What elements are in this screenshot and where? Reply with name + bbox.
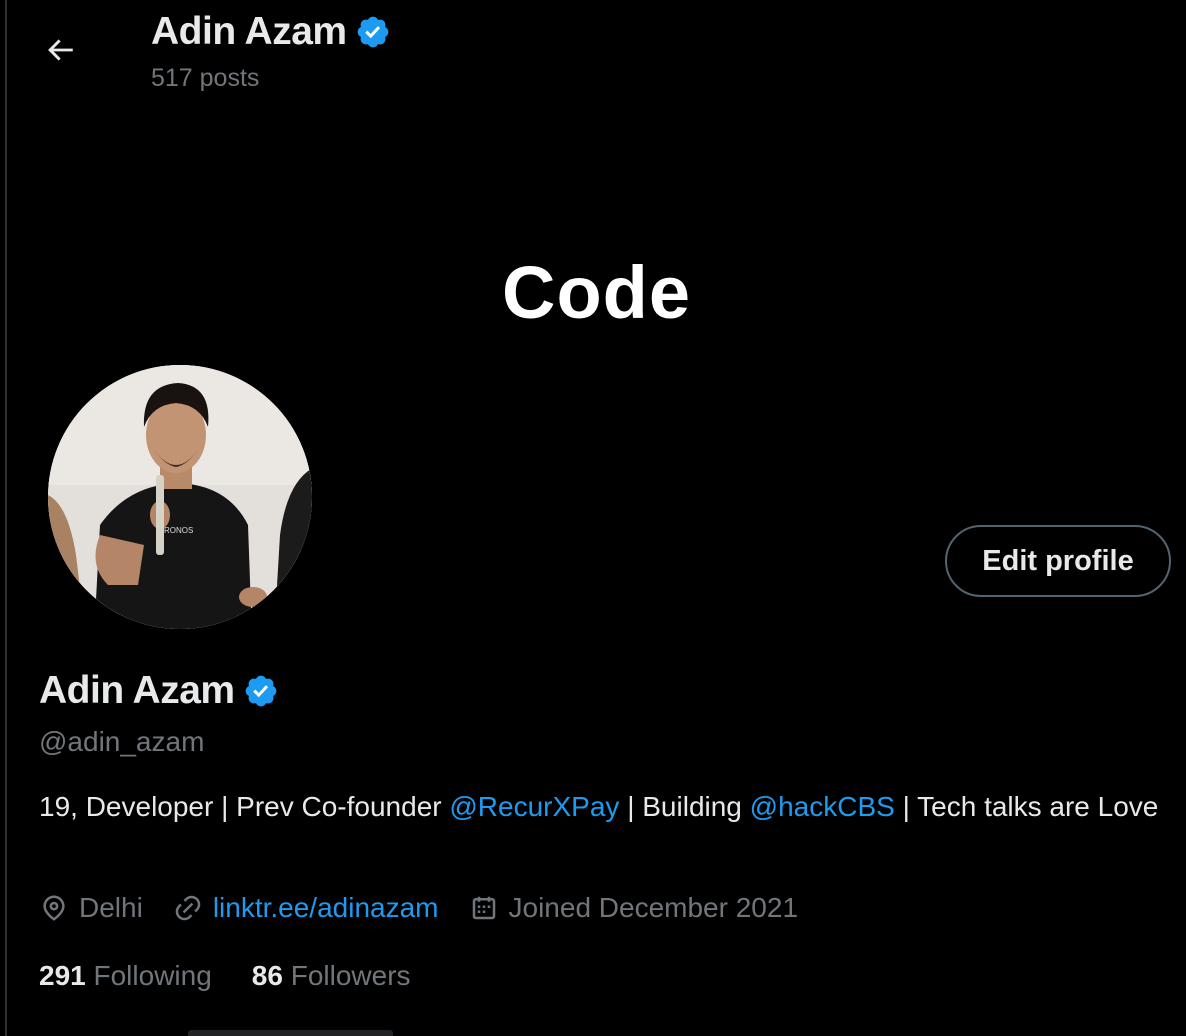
following-label: Following [93,960,212,991]
website-item[interactable]: linktr.ee/adinazam [173,892,439,924]
following-link[interactable]: 291 Following [39,960,212,992]
profile-name-row: Adin Azam [39,669,279,713]
bio-text: 19, Developer | Prev Co-founder [39,791,450,822]
profile-bio: 19, Developer | Prev Co-founder @RecurXP… [39,786,1169,827]
banner-text: Code [502,251,691,334]
follow-stats: 291 Following 86 Followers [39,960,451,992]
bio-text: | Tech talks are Love [894,791,1159,822]
edit-profile-button[interactable]: Edit profile [945,525,1171,597]
verified-badge-icon[interactable] [243,673,279,709]
joined-text: Joined December 2021 [508,892,799,923]
post-count: 517 posts [151,64,260,92]
profile-display-name: Adin Azam [39,669,235,712]
header-display-name: Adin Azam [151,10,347,53]
avatar-photo: KRONOS [48,365,312,629]
profile-meta: Delhi linktr.ee/adinazam Joined December… [39,892,828,924]
location-item: Delhi [39,892,143,924]
website-link[interactable]: linktr.ee/adinazam [213,892,439,924]
location-text: Delhi [79,892,143,923]
followers-count: 86 [251,960,283,991]
avatar[interactable]: KRONOS [44,361,316,633]
verified-badge-icon [357,16,388,48]
bio-mention-recurxpay[interactable]: @RecurXPay [449,791,619,822]
header-title: Adin Azam [151,10,391,54]
following-count: 291 [39,960,86,991]
tab-bar-indicator [188,1030,393,1036]
followers-label: Followers [290,960,411,991]
location-pin-icon [43,895,65,921]
back-arrow-icon [48,39,73,61]
left-border [0,0,7,1036]
link-icon [175,895,201,921]
calendar-icon [472,896,495,920]
joined-item: Joined December 2021 [469,892,799,924]
bio-mention-hackcbs[interactable]: @hackCBS [750,791,895,822]
bio-text: | Building [619,791,750,822]
back-button[interactable] [36,28,84,72]
followers-link[interactable]: 86 Followers [252,960,411,992]
profile-handle: @adin_azam [39,726,205,757]
